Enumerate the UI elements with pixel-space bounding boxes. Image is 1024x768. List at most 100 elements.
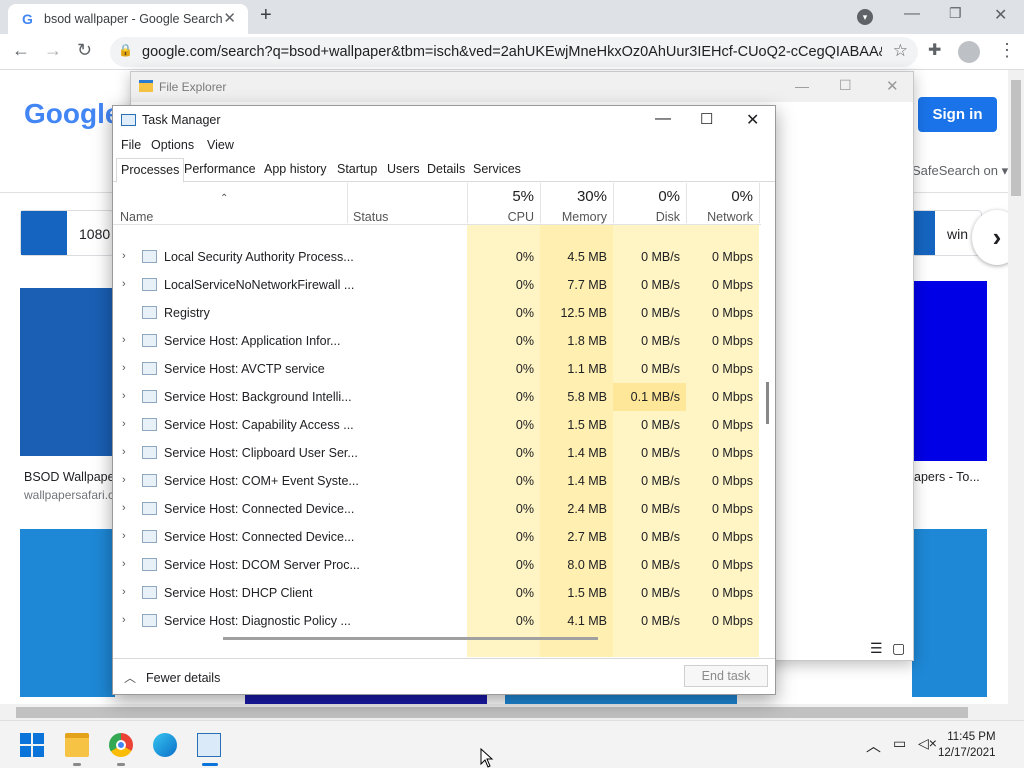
tab-startup[interactable]: Startup: [337, 162, 377, 176]
minimize-icon[interactable]: —: [795, 78, 809, 94]
process-row[interactable]: › Local Security Authority Process... 0% 4.…: [113, 243, 761, 271]
process-row[interactable]: › Service Host: Diagnostic Policy ... 0% 4.…: [113, 607, 761, 635]
close-icon[interactable]: ✕: [746, 110, 759, 130]
expand-chevron-icon[interactable]: ›: [122, 558, 126, 570]
expand-chevron-icon[interactable]: ›: [122, 614, 126, 626]
tab-search-icon[interactable]: ▾: [857, 9, 873, 25]
header-memory-pct[interactable]: 30%: [540, 188, 607, 205]
image-result[interactable]: [912, 281, 987, 461]
expand-chevron-icon[interactable]: ›: [122, 446, 126, 458]
expand-chevron-icon[interactable]: ›: [122, 586, 126, 598]
sign-in-button[interactable]: Sign in: [918, 97, 997, 132]
chrome-menu-icon[interactable]: ⋮: [998, 40, 1016, 61]
expand-chevron-icon[interactable]: ›: [122, 474, 126, 486]
close-icon[interactable]: ✕: [886, 77, 899, 95]
edge-taskbar-icon[interactable]: [153, 733, 177, 757]
close-window-icon[interactable]: ✕: [994, 5, 1007, 25]
profile-avatar-icon[interactable]: [958, 41, 980, 63]
tab-services[interactable]: Services: [473, 162, 521, 176]
bookmark-star-icon[interactable]: ☆: [893, 41, 908, 61]
start-icon[interactable]: [20, 733, 44, 757]
tab-close-icon[interactable]: ✕: [223, 9, 236, 27]
expand-chevron-icon[interactable]: ›: [122, 418, 126, 430]
tab-users[interactable]: Users: [387, 162, 420, 176]
menu-file[interactable]: File: [121, 138, 141, 152]
header-cpu[interactable]: CPU: [467, 210, 534, 224]
forward-icon[interactable]: →: [44, 40, 62, 61]
menu-view[interactable]: View: [207, 138, 234, 152]
image-result[interactable]: [912, 529, 987, 697]
file-explorer-taskbar-icon[interactable]: [65, 733, 89, 757]
new-tab-button[interactable]: +: [260, 4, 272, 27]
expand-chevron-icon[interactable]: ›: [122, 530, 126, 542]
taskbar-clock[interactable]: 11:45 PM 12/17/2021: [938, 729, 996, 761]
grid-scroll-thumb[interactable]: [766, 382, 769, 424]
show-hidden-icons-chevron-icon[interactable]: ︿: [866, 735, 881, 756]
result-title[interactable]: apers - To...: [914, 470, 980, 484]
process-row[interactable]: Registry 0% 12.5 MB 0 MB/s 0 Mbps: [113, 299, 761, 327]
header-name[interactable]: Name: [120, 210, 153, 224]
extensions-icon[interactable]: ✚: [928, 40, 941, 60]
expand-chevron-icon[interactable]: ›: [122, 278, 126, 290]
url-text[interactable]: google.com/search?q=bsod+wallpaper&tbm=i…: [142, 44, 882, 60]
tab-performance[interactable]: Performance: [184, 162, 256, 176]
process-row[interactable]: › Service Host: Clipboard User Ser... 0% 1.…: [113, 439, 761, 467]
process-row[interactable]: › Service Host: DCOM Server Proc... 0% 8.0 …: [113, 551, 761, 579]
tab-details[interactable]: Details: [427, 162, 465, 176]
expand-chevron-icon[interactable]: ›: [122, 362, 126, 374]
image-result[interactable]: [245, 695, 487, 704]
image-result[interactable]: [20, 529, 115, 697]
maximize-icon[interactable]: ☐: [839, 77, 852, 94]
fewer-details-link[interactable]: Fewer details: [146, 671, 220, 685]
process-row[interactable]: › Service Host: Background Intelli... 0% 5.…: [113, 383, 761, 411]
tab-processes[interactable]: Processes: [116, 158, 185, 183]
header-memory[interactable]: Memory: [540, 210, 607, 224]
compact-view-icon[interactable]: ▢: [892, 640, 905, 657]
process-row[interactable]: › LocalServiceNoNetworkFirewall ... 0% 7.7 …: [113, 271, 761, 299]
expand-chevron-icon[interactable]: ›: [122, 250, 126, 262]
process-row[interactable]: › Service Host: Connected Device... 0% 2.4 …: [113, 495, 761, 523]
end-task-button[interactable]: End task: [684, 665, 768, 687]
process-row[interactable]: › Service Host: AVCTP service 0% 1.1 MB 0 MB…: [113, 355, 761, 383]
task-manager-titlebar[interactable]: Task Manager — ☐ ✕: [113, 106, 775, 136]
expand-chevron-icon[interactable]: ›: [122, 502, 126, 514]
expand-chevron-icon[interactable]: ›: [122, 390, 126, 402]
menu-options[interactable]: Options: [151, 138, 194, 152]
lock-icon[interactable]: 🔒: [118, 43, 133, 57]
reload-icon[interactable]: ↻: [77, 40, 92, 61]
process-row[interactable]: › Service Host: COM+ Event Syste... 0% 1.4 …: [113, 467, 761, 495]
header-cpu-pct[interactable]: 5%: [467, 188, 534, 205]
process-row[interactable]: › Service Host: Application Infor... 0% 1.8…: [113, 327, 761, 355]
chrome-taskbar-icon[interactable]: [109, 733, 133, 757]
grid-hscroll-thumb[interactable]: [223, 637, 598, 640]
tab-app-history[interactable]: App history: [264, 162, 327, 176]
chevron-up-icon[interactable]: ︿: [124, 669, 136, 686]
minimize-icon[interactable]: —: [904, 5, 920, 23]
header-disk[interactable]: Disk: [613, 210, 680, 224]
header-disk-pct[interactable]: 0%: [613, 188, 680, 205]
process-row[interactable]: › Service Host: Connected Device... 0% 2.7 …: [113, 523, 761, 551]
maximize-icon[interactable]: ☐: [700, 110, 713, 128]
task-manager-window[interactable]: Task Manager — ☐ ✕ File Options View Pro…: [112, 105, 776, 695]
image-result[interactable]: [20, 288, 115, 456]
image-result[interactable]: [505, 695, 737, 704]
minimize-icon[interactable]: —: [655, 110, 671, 128]
address-bar[interactable]: 🔒 google.com/search?q=bsod+wallpaper&tbm…: [110, 37, 918, 67]
header-status[interactable]: Status: [353, 210, 388, 224]
process-row[interactable]: › Service Host: DHCP Client 0% 1.5 MB 0 MB/s…: [113, 579, 761, 607]
volume-muted-icon[interactable]: ◁×: [918, 735, 937, 752]
network-icon[interactable]: ▭: [893, 735, 906, 752]
restore-icon[interactable]: ❐: [949, 5, 962, 22]
task-manager-taskbar-icon[interactable]: [197, 733, 221, 757]
page-hscroll-thumb[interactable]: [16, 707, 968, 718]
result-title[interactable]: BSOD Wallpaper: [24, 470, 119, 484]
header-network-pct[interactable]: 0%: [686, 188, 753, 205]
details-view-icon[interactable]: ☰: [870, 640, 883, 657]
process-row[interactable]: › Service Host: Capability Access ... 0% 1.…: [113, 411, 761, 439]
expand-chevron-icon[interactable]: ›: [122, 334, 126, 346]
browser-tab[interactable]: G bsod wallpaper - Google Search ✕: [8, 4, 248, 34]
back-icon[interactable]: ←: [12, 40, 30, 61]
related-search-chip[interactable]: 1080: [20, 210, 114, 256]
google-doodle-logo[interactable]: Google: [24, 98, 120, 130]
file-explorer-titlebar[interactable]: File Explorer — ☐ ✕: [131, 72, 913, 102]
